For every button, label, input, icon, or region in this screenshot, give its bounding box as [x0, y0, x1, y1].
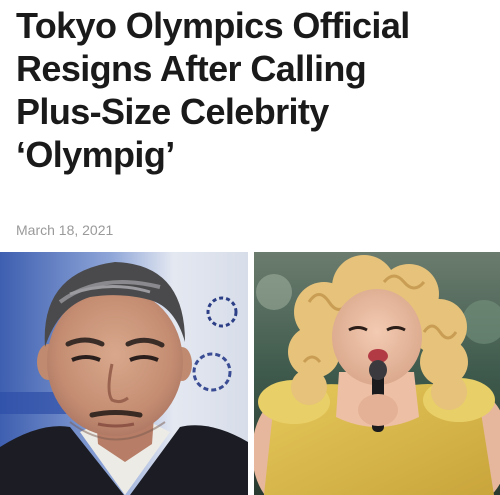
article-date: March 18, 2021 [16, 222, 114, 238]
news-article: Tokyo Olympics Official Resigns After Ca… [0, 0, 500, 495]
official-photo[interactable] [0, 252, 248, 495]
photo-pair [0, 252, 500, 495]
headline-line-4: ‘Olympig’ [16, 134, 175, 175]
headline-line-2: Resigns After Calling [16, 48, 367, 89]
headline-line-3: Plus-Size Celebrity [16, 91, 329, 132]
celebrity-photo[interactable] [254, 252, 500, 495]
headline-line-1: Tokyo Olympics Official [16, 5, 410, 46]
article-headline[interactable]: Tokyo Olympics Official Resigns After Ca… [16, 4, 492, 176]
